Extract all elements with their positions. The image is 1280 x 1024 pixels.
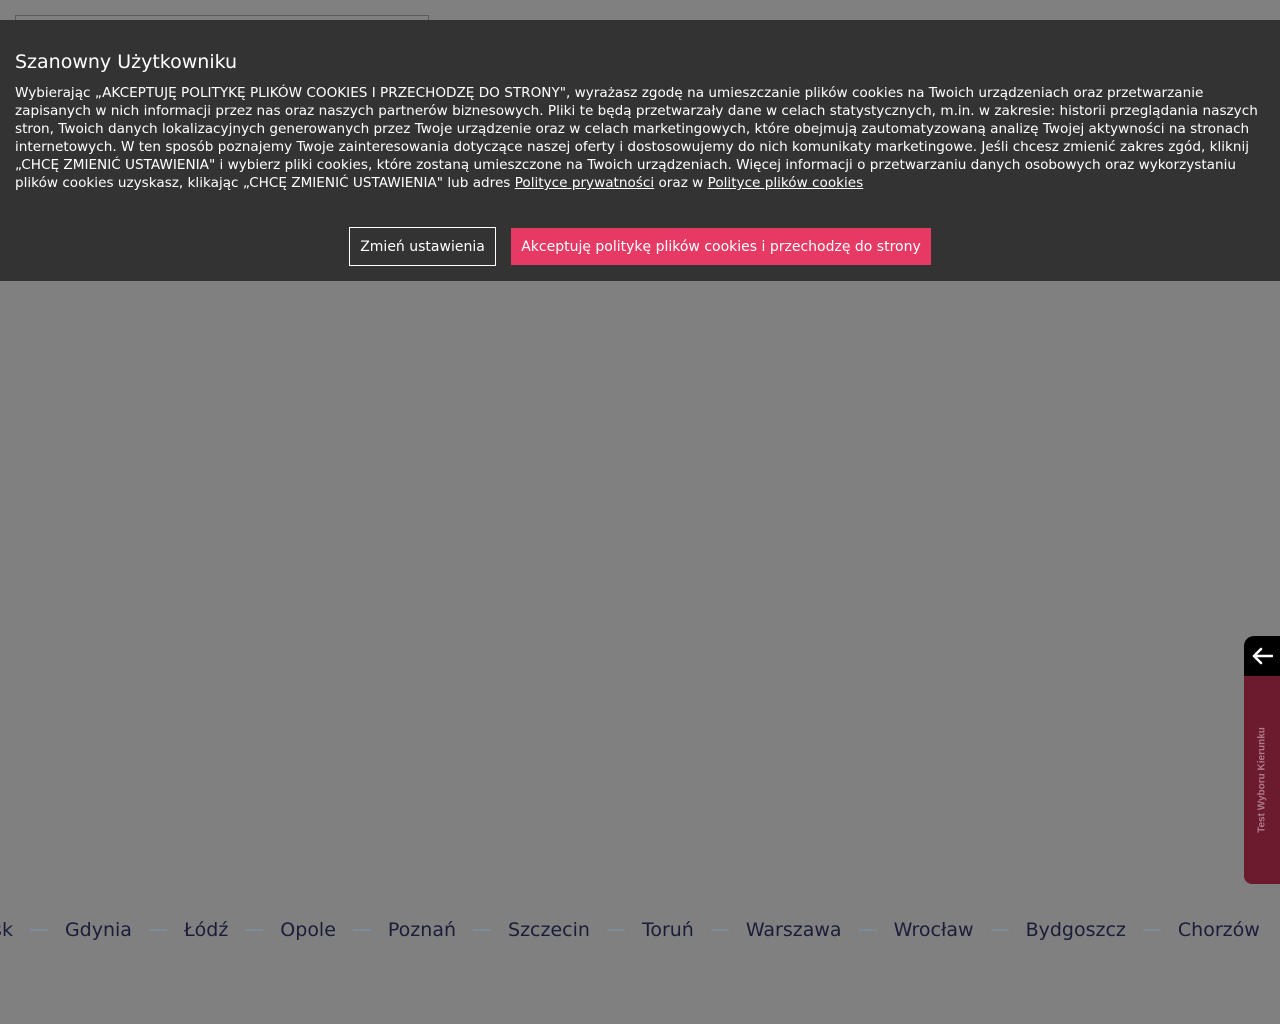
city-separator	[245, 929, 264, 931]
cookie-banner-title: Szanowny Użytkowniku	[15, 51, 238, 73]
city-item[interactable]: Łódź	[184, 917, 228, 943]
city-item[interactable]: Opole	[280, 917, 336, 943]
privacy-policy-link[interactable]: Polityce prywatności	[515, 175, 654, 191]
city-item[interactable]: Szczecin	[508, 917, 590, 943]
city-separator	[148, 929, 167, 931]
city-separator	[710, 929, 729, 931]
city-item[interactable]: Chorzów	[1178, 917, 1260, 943]
side-widget-label: Test Wyboru Kierunku	[1256, 727, 1268, 833]
side-widget-toggle[interactable]	[1244, 636, 1280, 676]
accept-cookies-button[interactable]: Akceptuję politykę plików cookies i prze…	[511, 228, 931, 265]
side-widget-tab[interactable]: Test Wyboru Kierunku	[1244, 676, 1280, 884]
city-separator	[29, 929, 48, 931]
city-separator	[858, 929, 877, 931]
city-separator	[606, 929, 625, 931]
city-item[interactable]: Warszawa	[746, 917, 842, 943]
city-item[interactable]: Gdynia	[65, 917, 132, 943]
city-item[interactable]: Bydgoszcz	[1026, 917, 1126, 943]
cities-strip: ńsk Gdynia Łódź Opole Poznań Szczecin To…	[0, 917, 1260, 943]
city-separator	[990, 929, 1009, 931]
change-settings-button[interactable]: Zmień ustawienia	[349, 227, 496, 266]
city-item[interactable]: Wrocław	[894, 917, 974, 943]
city-item[interactable]: Toruń	[642, 917, 694, 943]
cookie-banner: Szanowny Użytkowniku Wybierając „AKCEPTU…	[0, 20, 1280, 281]
city-item[interactable]: ńsk	[0, 917, 13, 943]
city-item[interactable]: Poznań	[388, 917, 456, 943]
city-separator	[1142, 929, 1161, 931]
cookie-banner-text: Wybierając „AKCEPTUJĘ POLITYKĘ PLIKÓW CO…	[15, 84, 1267, 192]
city-separator	[473, 929, 492, 931]
arrow-left-icon	[1252, 647, 1273, 665]
cookie-text-part-2: oraz w	[654, 175, 708, 191]
city-separator	[352, 929, 371, 931]
cookies-policy-link[interactable]: Polityce plików cookies	[708, 175, 864, 191]
